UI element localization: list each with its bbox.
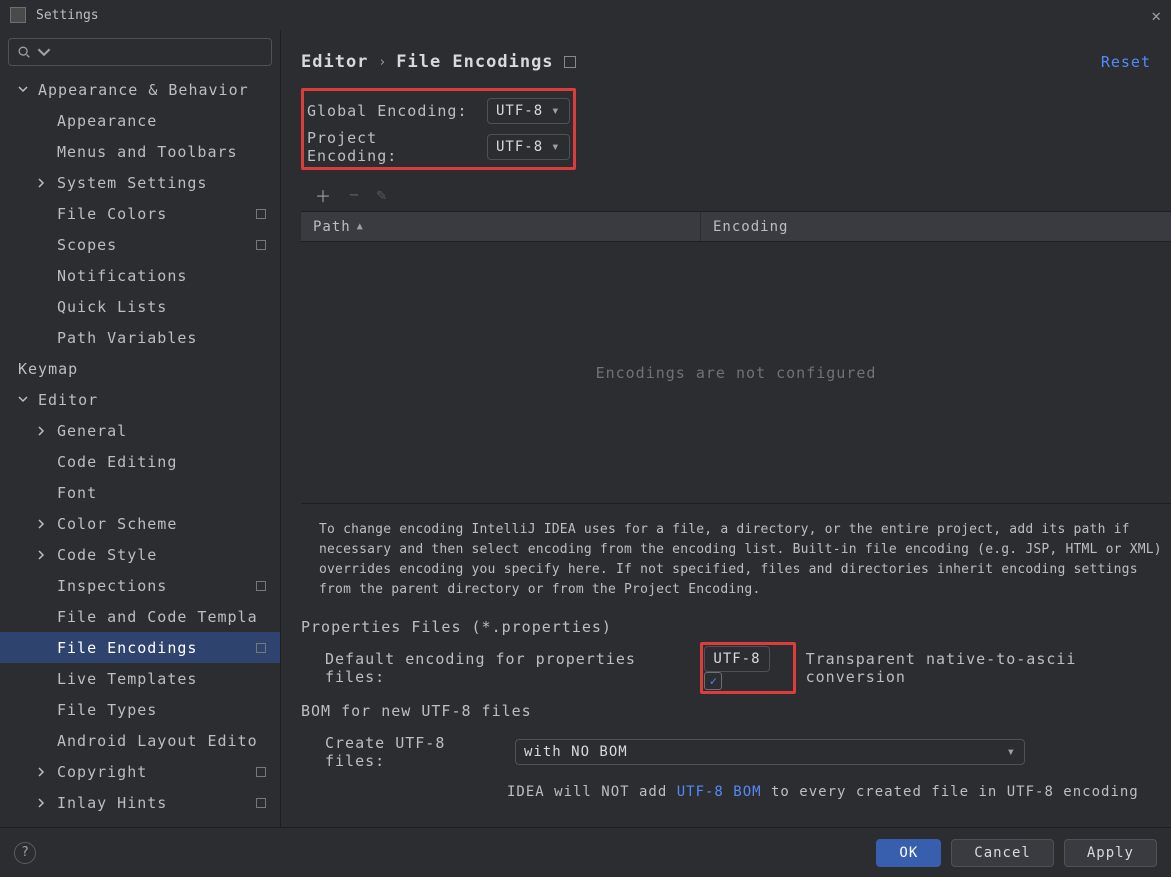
project-encoding-label: Project Encoding: bbox=[307, 129, 477, 165]
tree-item-system-settings[interactable]: System Settings bbox=[0, 167, 280, 198]
chevron-down-icon: ▾ bbox=[551, 103, 560, 119]
properties-section-title: Properties Files (*.properties) bbox=[301, 618, 1171, 636]
tree-item-live-templates[interactable]: Live Templates bbox=[0, 663, 280, 694]
scope-badge-icon bbox=[256, 209, 266, 219]
scope-badge-icon bbox=[256, 643, 266, 653]
reset-link[interactable]: Reset bbox=[1101, 53, 1151, 71]
tree-item-file-colors[interactable]: File Colors bbox=[0, 198, 280, 229]
expand-icon bbox=[18, 395, 32, 405]
tree-item-keymap[interactable]: Keymap bbox=[0, 353, 280, 384]
info-text: To change encoding IntelliJ IDEA uses fo… bbox=[301, 504, 1171, 612]
tree-item-code-style[interactable]: Code Style bbox=[0, 539, 280, 570]
tree-item-general[interactable]: General bbox=[0, 415, 280, 446]
app-icon bbox=[10, 7, 26, 23]
scope-badge-icon bbox=[256, 240, 266, 250]
add-icon[interactable]: ＋ bbox=[315, 183, 331, 207]
highlight-props: UTF-8 ✓ bbox=[700, 642, 795, 694]
tree-item-appearance[interactable]: Appearance bbox=[0, 105, 280, 136]
bom-link[interactable]: UTF-8 BOM bbox=[677, 784, 762, 800]
tree-item-android-layout-edito[interactable]: Android Layout Edito bbox=[0, 725, 280, 756]
expand-icon bbox=[37, 426, 51, 436]
breadcrumb-sep: › bbox=[378, 55, 386, 70]
sort-asc-icon: ▲ bbox=[357, 221, 364, 232]
expand-icon bbox=[37, 798, 51, 808]
tree-item-scopes[interactable]: Scopes bbox=[0, 229, 280, 260]
highlight-encodings: Global Encoding: UTF-8 ▾ Project Encodin… bbox=[301, 88, 576, 170]
tree-item-copyright[interactable]: Copyright bbox=[0, 756, 280, 787]
chevron-down-icon: ▾ bbox=[1007, 744, 1016, 760]
edit-icon: ✎ bbox=[377, 185, 387, 204]
settings-tree[interactable]: Appearance & BehaviorAppearanceMenus and… bbox=[0, 74, 280, 827]
global-encoding-label: Global Encoding: bbox=[307, 102, 477, 120]
tree-item-file-types[interactable]: File Types bbox=[0, 694, 280, 725]
tree-item-editor[interactable]: Editor bbox=[0, 384, 280, 415]
col-path[interactable]: Path▲ bbox=[301, 212, 701, 241]
apply-button[interactable]: Apply bbox=[1064, 839, 1157, 867]
chevron-down-icon bbox=[37, 45, 51, 59]
tree-item-appearance-behavior[interactable]: Appearance & Behavior bbox=[0, 74, 280, 105]
chevron-down-icon: ▾ bbox=[551, 139, 560, 155]
expand-icon bbox=[37, 550, 51, 560]
expand-icon bbox=[37, 519, 51, 529]
expand-icon bbox=[37, 767, 51, 777]
encodings-table-empty: Encodings are not configured bbox=[301, 242, 1171, 504]
props-encoding-combo[interactable]: UTF-8 bbox=[704, 646, 769, 672]
expand-icon bbox=[18, 85, 32, 95]
cancel-button[interactable]: Cancel bbox=[951, 839, 1054, 867]
remove-icon: − bbox=[349, 185, 359, 204]
scope-badge-icon bbox=[256, 767, 266, 777]
window-title: Settings bbox=[36, 8, 99, 23]
ok-button[interactable]: OK bbox=[876, 839, 941, 867]
breadcrumb-p2: File Encodings bbox=[396, 52, 553, 72]
transparent-ascii-checkbox[interactable]: ✓ bbox=[704, 672, 722, 690]
tree-item-inspections[interactable]: Inspections bbox=[0, 570, 280, 601]
tree-item-menus-and-toolbars[interactable]: Menus and Toolbars bbox=[0, 136, 280, 167]
tree-item-quick-lists[interactable]: Quick Lists bbox=[0, 291, 280, 322]
col-encoding[interactable]: Encoding bbox=[701, 212, 800, 241]
tree-item-file-encodings[interactable]: File Encodings bbox=[0, 632, 280, 663]
tree-item-file-and-code-templa[interactable]: File and Code Templa bbox=[0, 601, 280, 632]
bom-section-title: BOM for new UTF-8 files bbox=[301, 702, 1171, 720]
help-button[interactable]: ? bbox=[14, 842, 36, 864]
transparent-ascii-label: Transparent native-to-ascii conversion bbox=[806, 650, 1171, 686]
project-encoding-combo[interactable]: UTF-8 ▾ bbox=[487, 134, 570, 160]
tree-item-color-scheme[interactable]: Color Scheme bbox=[0, 508, 280, 539]
bom-combo[interactable]: with NO BOM ▾ bbox=[515, 739, 1025, 765]
tree-item-path-variables[interactable]: Path Variables bbox=[0, 322, 280, 353]
scope-badge-icon bbox=[256, 581, 266, 591]
props-encoding-label: Default encoding for properties files: bbox=[325, 650, 690, 686]
breadcrumb-p1[interactable]: Editor bbox=[301, 52, 368, 72]
scope-badge-icon bbox=[564, 56, 576, 68]
tree-item-font[interactable]: Font bbox=[0, 477, 280, 508]
tree-item-code-editing[interactable]: Code Editing bbox=[0, 446, 280, 477]
search-icon bbox=[17, 45, 31, 59]
bom-label: Create UTF-8 files: bbox=[325, 734, 505, 770]
close-icon[interactable]: ✕ bbox=[1151, 6, 1161, 25]
tree-item-inlay-hints[interactable]: Inlay Hints bbox=[0, 787, 280, 818]
bom-note: IDEA will NOT add UTF-8 BOM to every cre… bbox=[301, 774, 1171, 800]
expand-icon bbox=[37, 178, 51, 188]
tree-item-notifications[interactable]: Notifications bbox=[0, 260, 280, 291]
scope-badge-icon bbox=[256, 798, 266, 808]
search-input[interactable] bbox=[8, 38, 272, 66]
global-encoding-combo[interactable]: UTF-8 ▾ bbox=[487, 98, 570, 124]
